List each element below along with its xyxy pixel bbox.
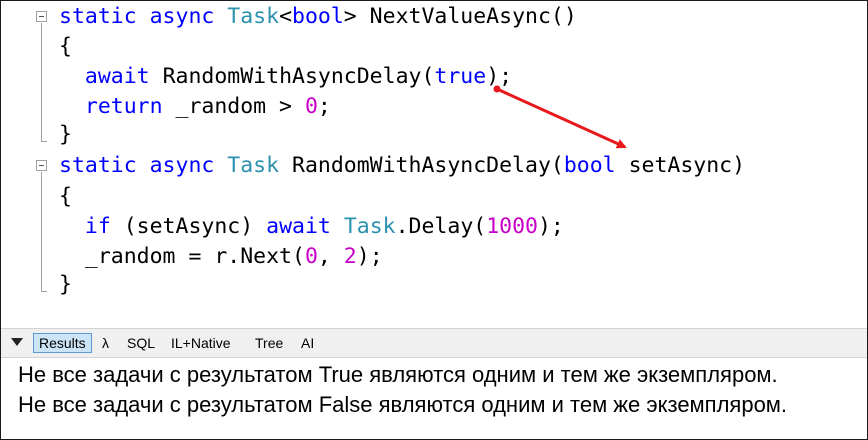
code-token: Task — [227, 153, 280, 178]
code-token: , — [317, 244, 344, 269]
fold-guide-end-1 — [41, 141, 47, 142]
output-line-1: Не все задачи с результатом True являютс… — [18, 362, 778, 387]
results-panel: Не все задачи с результатом True являютс… — [1, 358, 867, 439]
code-token: await — [266, 214, 331, 239]
arrow-line — [496, 87, 627, 149]
code-token: ); — [537, 214, 564, 239]
code-line-9[interactable]: _random = r.Next(0, 2); — [59, 242, 383, 272]
code-token: 0 — [304, 244, 318, 269]
output-line-2: Не все задачи с результатом False являют… — [18, 392, 788, 417]
code-token: await — [84, 64, 150, 89]
code-line-8[interactable]: if (setAsync) await Task.Delay(1000); — [59, 212, 564, 242]
code-token: .Delay( — [395, 214, 487, 239]
code-line-6[interactable]: static async Task RandomWithAsyncDelay(b… — [59, 151, 745, 181]
code-token: ; — [317, 94, 331, 119]
code-token: _random = r.Next( — [59, 244, 305, 269]
code-token: > NextValueAsync() — [343, 4, 577, 29]
code-token: (setAsync) — [110, 214, 267, 239]
code-line-7[interactable]: { — [59, 182, 72, 212]
code-token: { — [59, 184, 72, 209]
code-line-1[interactable]: static async Task<bool> NextValueAsync() — [59, 2, 577, 32]
linqpad-window: static async Task<bool> NextValueAsync()… — [0, 0, 868, 440]
code-token: if — [84, 214, 111, 239]
code-line-2[interactable]: { — [59, 32, 72, 62]
tab-ai[interactable]: AI — [296, 333, 319, 353]
code-token: _random > — [162, 94, 305, 119]
collapse-panel-icon[interactable] — [11, 338, 23, 346]
code-token: Task — [343, 214, 396, 239]
code-token: true — [434, 64, 487, 89]
code-line-10[interactable]: } — [59, 270, 72, 300]
fold-guide-2 — [41, 172, 42, 291]
collapse-toggle-method-2[interactable] — [36, 160, 47, 171]
code-token: return — [84, 94, 163, 119]
code-editor[interactable]: static async Task<bool> NextValueAsync()… — [1, 1, 867, 326]
code-token: bool — [292, 4, 344, 29]
code-token: static async — [59, 4, 228, 29]
tab-tree[interactable]: Tree — [250, 333, 288, 353]
code-token: 1000 — [486, 214, 538, 239]
code-token: static async — [59, 153, 228, 178]
fold-guide-1 — [41, 23, 42, 141]
code-line-4[interactable]: return _random > 0; — [59, 92, 331, 122]
code-line-5[interactable]: } — [59, 120, 72, 150]
code-token: } — [59, 272, 72, 297]
tab-results[interactable]: Results — [33, 333, 92, 353]
code-token: RandomWithAsyncDelay( — [149, 64, 435, 89]
tab-sql[interactable]: SQL — [122, 333, 160, 353]
code-token: setAsync) — [615, 153, 746, 178]
code-line-3[interactable]: await RandomWithAsyncDelay(true); — [59, 62, 512, 92]
code-token: Task — [227, 4, 280, 29]
code-token: { — [59, 34, 72, 59]
fold-guide-end-2 — [41, 291, 47, 292]
code-token: ); — [356, 244, 383, 269]
results-tabbar: Results λ SQL IL+Native Tree AI — [1, 328, 867, 358]
code-token: < — [279, 4, 293, 29]
code-token: 2 — [343, 244, 357, 269]
code-token: } — [59, 122, 72, 147]
code-token: RandomWithAsyncDelay( — [279, 153, 564, 178]
tab-il-native[interactable]: IL+Native — [166, 333, 236, 353]
tab-lambda[interactable]: λ — [97, 333, 114, 353]
code-token: 0 — [304, 94, 318, 119]
code-token: bool — [563, 153, 616, 178]
code-token: ); — [486, 64, 513, 89]
collapse-toggle-method-1[interactable] — [36, 11, 47, 22]
